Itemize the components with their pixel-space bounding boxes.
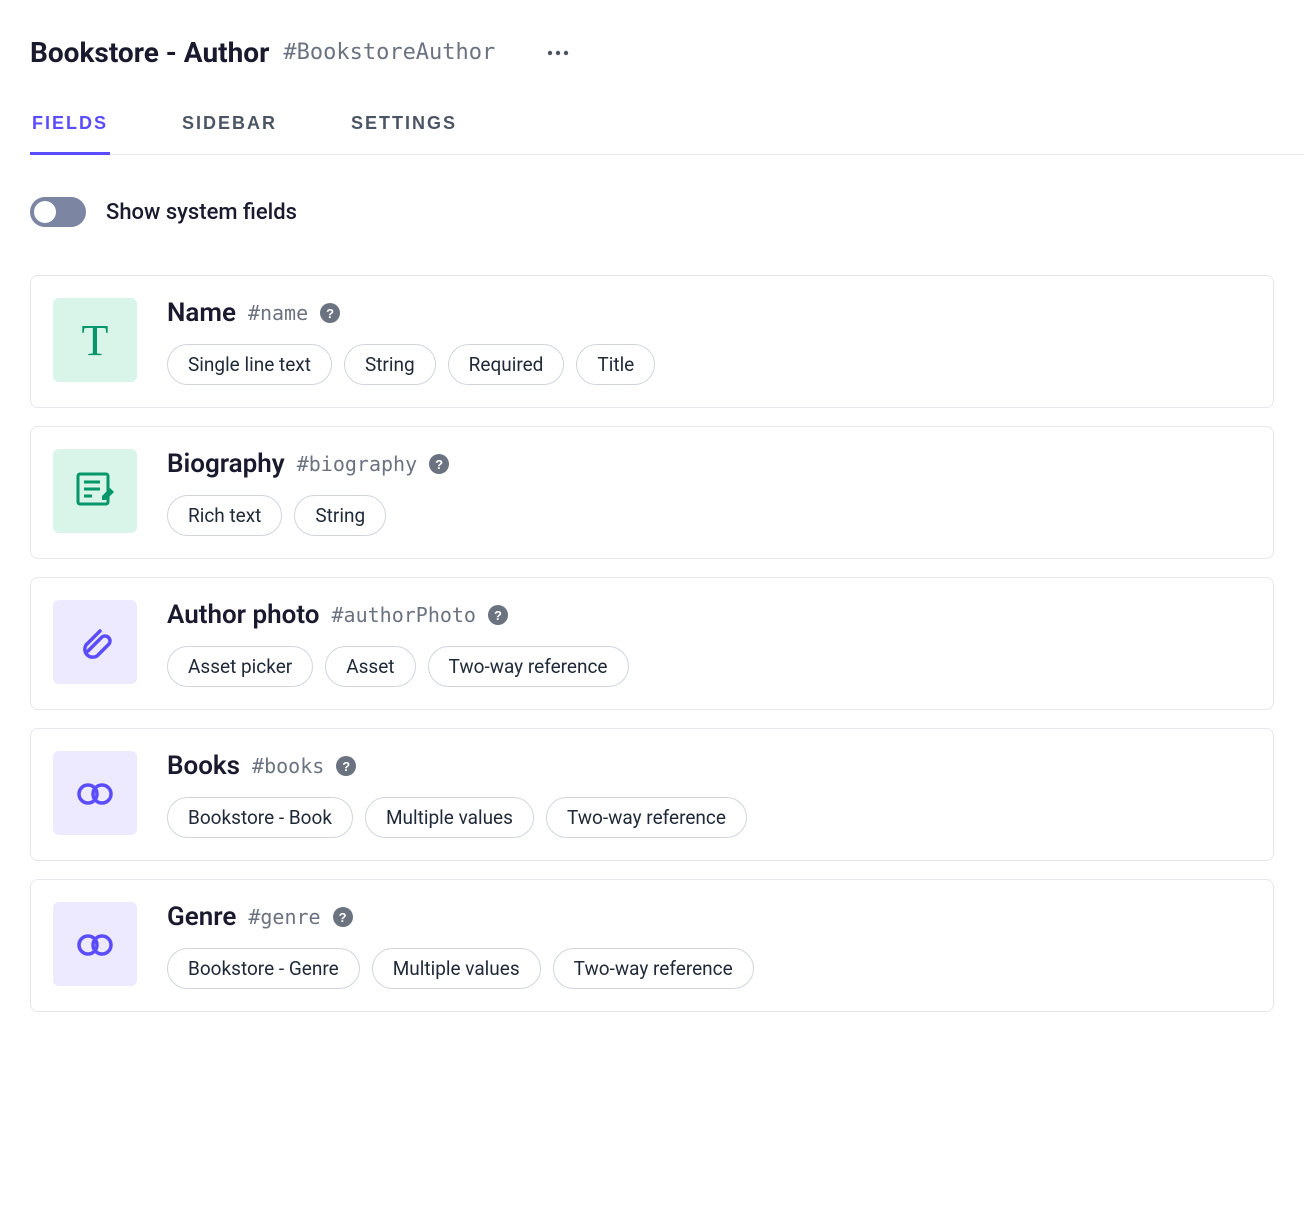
field-id: #biography [297, 452, 417, 476]
page-title: Bookstore - Author [30, 36, 269, 69]
link-icon [72, 921, 118, 967]
help-icon[interactable]: ? [320, 303, 340, 323]
field-tag: Two-way reference [428, 646, 629, 687]
content-type-id: #BookstoreAuthor [283, 40, 495, 65]
field-body: Author photo#authorPhoto?Asset pickerAss… [167, 600, 1251, 687]
field-id: #authorPhoto [331, 603, 476, 627]
field-tag: Required [448, 344, 565, 385]
field-body: Biography #biography? Rich text String [167, 449, 1251, 536]
field-name: Books [167, 751, 240, 781]
field-tag: Bookstore - Genre [167, 948, 360, 989]
field-tag: String [294, 495, 386, 536]
field-id: #name [248, 301, 308, 325]
field-name: Name [167, 298, 236, 328]
field-tag: String [344, 344, 436, 385]
field-tags: Asset picker Asset Two-way reference [167, 646, 1251, 687]
help-icon[interactable]: ? [429, 454, 449, 474]
field-tags: Bookstore - Genre Multiple values Two-way … [167, 948, 1251, 989]
field-tag: Asset picker [167, 646, 313, 687]
field-tags: Bookstore - Book Multiple values Two-way r… [167, 797, 1251, 838]
field-card[interactable]: T Name #name? Single line text String Require… [30, 275, 1274, 408]
field-card[interactable]: Genre #genre? Bookstore - Genre Multiple va… [30, 879, 1274, 1012]
field-card[interactable]: Books #books? Bookstore - Book Multiple val… [30, 728, 1274, 861]
field-tag: Bookstore - Book [167, 797, 353, 838]
field-id: #books [252, 754, 324, 778]
fields-list: T Name #name? Single line text String Require… [30, 275, 1274, 1012]
help-icon[interactable]: ? [336, 756, 356, 776]
field-id: #genre [248, 905, 320, 929]
more-menu-button[interactable] [539, 44, 577, 62]
field-tags: Rich text String [167, 495, 1251, 536]
text-icon: T [82, 315, 109, 366]
field-type-icon-wrap: T [53, 298, 137, 382]
field-card[interactable]: Author photo#authorPhoto?Asset pickerAss… [30, 577, 1274, 710]
field-tag: Title [576, 344, 655, 385]
field-tags: Single line text String Required Title [167, 344, 1251, 385]
field-body: Genre #genre? Bookstore - Genre Multiple va… [167, 902, 1251, 989]
field-name: Author photo [167, 600, 319, 630]
tab-fields[interactable]: FIELDS [30, 103, 110, 155]
field-type-icon-wrap [53, 902, 137, 986]
field-type-icon-wrap [53, 751, 137, 835]
show-system-fields-toggle[interactable] [30, 197, 86, 227]
field-name: Genre [167, 902, 236, 932]
tabs-nav: FIELDS SIDEBAR SETTINGS [30, 103, 1304, 155]
field-tag: Multiple values [372, 948, 541, 989]
help-icon[interactable]: ? [488, 605, 508, 625]
field-tag: Multiple values [365, 797, 534, 838]
toggle-label: Show system fields [106, 200, 297, 225]
field-type-icon-wrap [53, 600, 137, 684]
field-tag: Rich text [167, 495, 282, 536]
field-tag: Single line text [167, 344, 332, 385]
tab-sidebar[interactable]: SIDEBAR [180, 103, 279, 155]
field-tag: Two-way reference [553, 948, 754, 989]
tab-settings[interactable]: SETTINGS [349, 103, 459, 155]
link-icon [72, 770, 118, 816]
field-body: Name #name? Single line text String Required… [167, 298, 1251, 385]
field-body: Books #books? Bookstore - Book Multiple val… [167, 751, 1251, 838]
attachment-icon [72, 619, 118, 665]
field-tag: Two-way reference [546, 797, 747, 838]
help-icon[interactable]: ? [333, 907, 353, 927]
field-name: Biography [167, 449, 285, 479]
more-horizontal-icon [547, 50, 569, 56]
field-type-icon-wrap [53, 449, 137, 533]
field-card[interactable]: Biography #biography? Rich text String [30, 426, 1274, 559]
richtext-icon [72, 468, 118, 514]
field-tag: Asset [325, 646, 415, 687]
